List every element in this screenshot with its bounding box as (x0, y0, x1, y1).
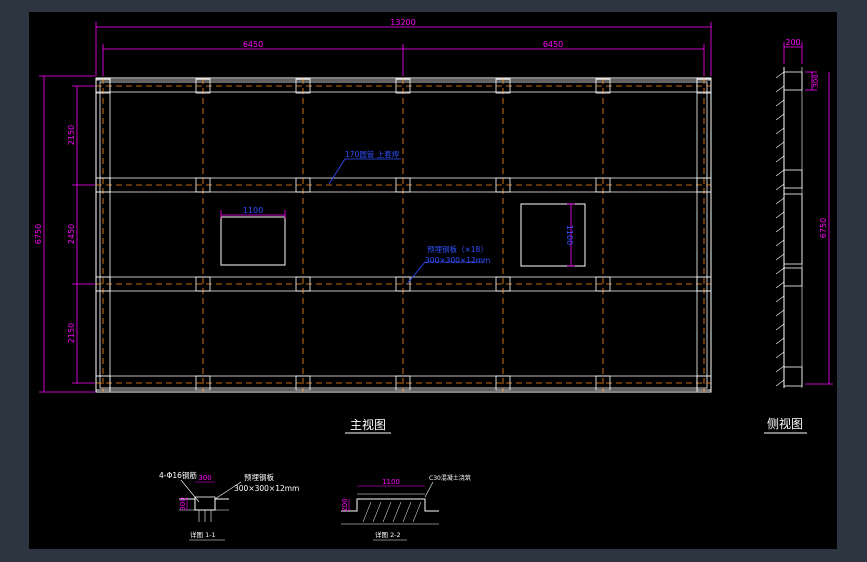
section-2-title: 详图 2-2 (375, 530, 401, 539)
end-posts (109, 78, 698, 392)
embedded-plates (95, 78, 712, 391)
hatch-tick (775, 85, 785, 93)
hatch-tick (775, 379, 785, 387)
side-beam-profile (783, 366, 803, 387)
side-beam-profile (783, 193, 803, 265)
section-2-detail: 1100 200 C30混凝土浇筑 详图 2-2 (341, 474, 471, 541)
side-height-label: 6750 (819, 218, 828, 238)
overall-width-label: 13200 (390, 18, 415, 27)
centerlines (96, 78, 711, 392)
hatch-tick (775, 113, 785, 121)
front-view-title: 主视图 (350, 417, 386, 432)
bay-top-label: 2150 (67, 125, 76, 145)
hatch-tick (775, 365, 785, 373)
hatch-tick (775, 351, 785, 359)
hatch-tick (775, 253, 785, 261)
plate-note-2: 300×300×12mm (425, 256, 490, 265)
side-beam-profile (783, 169, 803, 189)
side-beam-profile (783, 267, 803, 287)
hatch-tick (775, 295, 785, 303)
section-1-plate-note-2: 300×300×12mm (234, 484, 299, 493)
hatch-tick (775, 127, 785, 135)
section-1-dims (186, 481, 215, 510)
beam-note: 170圆管 上套焊 (345, 149, 400, 159)
side-hatch (775, 71, 785, 387)
side-view: 200 300 6750 侧视图 (764, 38, 833, 434)
opening-left (220, 216, 286, 266)
section-1-title: 详图 1-1 (190, 530, 216, 539)
opening-dims (220, 203, 575, 267)
section-1-plate-note-1: 预埋钢板 (244, 472, 274, 482)
beam-note-leader (328, 158, 346, 185)
side-beam-profile (783, 71, 803, 91)
hatch-tick (775, 239, 785, 247)
side-small-label: 300 (812, 74, 820, 87)
frame-outer (95, 77, 712, 393)
hatch-tick (775, 323, 785, 331)
hatch-line (412, 501, 422, 523)
hatch-tick (775, 211, 785, 219)
hatch-tick (775, 281, 785, 289)
section-2-note: C30混凝土浇筑 (429, 474, 471, 482)
half-right-label: 6450 (543, 40, 563, 49)
hatch-tick (775, 337, 785, 345)
hatch-line (382, 501, 392, 523)
section-2-width-label: 1100 (382, 478, 400, 486)
hatch-tick (775, 99, 785, 107)
section-2-height-label: 200 (341, 498, 349, 511)
hatch-tick (775, 183, 785, 191)
hatch-tick (775, 309, 785, 317)
section-1-height-label: 300 (179, 497, 187, 510)
hatch-line (362, 501, 372, 523)
hatch-tick (775, 141, 785, 149)
half-left-label: 6450 (243, 40, 263, 49)
side-dimensions (783, 42, 833, 385)
hatch-tick (775, 71, 785, 79)
top-dimensions (95, 22, 712, 76)
hatch-line (392, 501, 402, 523)
section-1-detail: 300 300 4-Φ16钢筋 预埋钢板 300×300×12mm 详图 1-1 (159, 470, 299, 541)
cad-drawing: 1100 1100 170圆管 上套焊 预埋钢板（×18） 300×300×12… (34, 18, 833, 541)
section-2-note-leader (424, 481, 434, 498)
section-1-rebars (198, 510, 212, 522)
section-1-plate (194, 496, 216, 511)
plate-note-1: 预埋钢板（×18） (427, 244, 488, 254)
side-view-title: 侧视图 (767, 416, 803, 431)
hatch-tick (775, 267, 785, 275)
section-1-width-label: 300 (198, 474, 211, 482)
side-beams (783, 71, 803, 387)
hatch-tick (775, 169, 785, 177)
hatch-line (402, 501, 412, 523)
frame-inner (99, 81, 708, 389)
front-view: 1100 1100 170圆管 上套焊 预埋钢板（×18） 300×300×12… (34, 18, 712, 434)
section-2-hatch (362, 501, 422, 523)
opening-right (520, 203, 586, 267)
overall-height-label: 6750 (34, 224, 43, 244)
drawing-canvas: 1100 1100 170圆管 上套焊 预埋钢板（×18） 300×300×12… (29, 12, 837, 549)
opening-width-label: 1100 (243, 206, 263, 215)
side-width-label: 200 (785, 38, 800, 47)
bay-bottom-label: 2150 (67, 323, 76, 343)
hatch-tick (775, 155, 785, 163)
horizontal-beams (96, 79, 711, 391)
section-1-rebar-note: 4-Φ16钢筋 (159, 470, 197, 480)
plate-note-leader (406, 261, 426, 285)
opening-height-label: 1100 (565, 225, 574, 245)
hatch-line (372, 501, 382, 523)
hatch-tick (775, 197, 785, 205)
hatch-tick (775, 225, 785, 233)
bay-mid-label: 2450 (67, 224, 76, 244)
